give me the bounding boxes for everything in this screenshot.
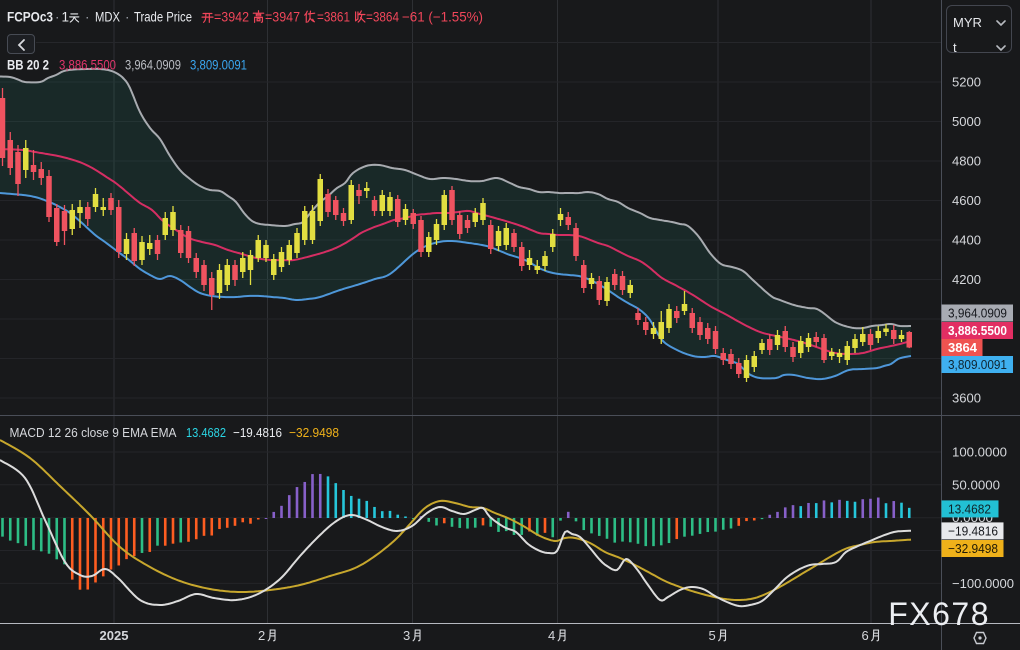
svg-text:4: 4: [548, 628, 555, 643]
svg-text:3,809.0091: 3,809.0091: [948, 357, 1007, 372]
svg-text:3,964.0909: 3,964.0909: [948, 306, 1007, 321]
svg-text:FX678: FX678: [888, 596, 990, 632]
svg-text:3,964.0909: 3,964.0909: [125, 58, 181, 73]
svg-text:4400: 4400: [952, 233, 981, 248]
svg-text:50.0000: 50.0000: [952, 477, 1000, 492]
svg-text:=3861: =3861: [317, 10, 350, 25]
svg-text:100.0000: 100.0000: [952, 445, 1007, 460]
svg-text:·: ·: [55, 10, 60, 25]
svg-text:2025: 2025: [100, 628, 129, 643]
svg-text:13.4682: 13.4682: [948, 501, 991, 516]
svg-text:3600: 3600: [952, 391, 981, 406]
svg-text:−100.0000: −100.0000: [952, 576, 1014, 591]
svg-text:Trade Price: Trade Price: [134, 10, 192, 25]
svg-text:5: 5: [709, 628, 716, 643]
svg-text:5200: 5200: [952, 75, 981, 90]
svg-text:MACD 12 26 close 9 EMA EMA: MACD 12 26 close 9 EMA EMA: [10, 425, 177, 440]
svg-text:3,886.5500: 3,886.5500: [948, 323, 1007, 338]
svg-text:−19.4816: −19.4816: [233, 425, 282, 440]
svg-text:1: 1: [62, 10, 70, 25]
svg-text:3: 3: [403, 628, 410, 643]
svg-text:·: ·: [85, 10, 90, 25]
svg-text:·: ·: [125, 10, 130, 25]
svg-text:3864: 3864: [948, 340, 978, 355]
svg-text:4800: 4800: [952, 154, 981, 169]
svg-text:3,809.0091: 3,809.0091: [190, 58, 247, 73]
svg-text:−32.9498: −32.9498: [289, 425, 339, 440]
svg-text:4600: 4600: [952, 193, 981, 208]
svg-text:=3942: =3942: [214, 10, 249, 25]
svg-text:4200: 4200: [952, 272, 981, 287]
svg-text:=3864: =3864: [366, 10, 399, 25]
svg-text:3,886.5500: 3,886.5500: [59, 58, 116, 73]
svg-text:=3947: =3947: [265, 10, 300, 25]
svg-text:−61 (−1.55%): −61 (−1.55%): [402, 10, 483, 25]
svg-text:6: 6: [862, 628, 869, 643]
svg-text:13.4682: 13.4682: [186, 425, 226, 440]
svg-text:5000: 5000: [952, 114, 981, 129]
svg-text:MDX: MDX: [95, 10, 120, 25]
svg-text:FCPOc3: FCPOc3: [7, 10, 53, 25]
svg-text:BB 20 2: BB 20 2: [7, 58, 49, 73]
svg-text:2: 2: [258, 628, 265, 643]
svg-text:−19.4816: −19.4816: [948, 523, 998, 538]
svg-text:−32.9498: −32.9498: [948, 541, 998, 556]
